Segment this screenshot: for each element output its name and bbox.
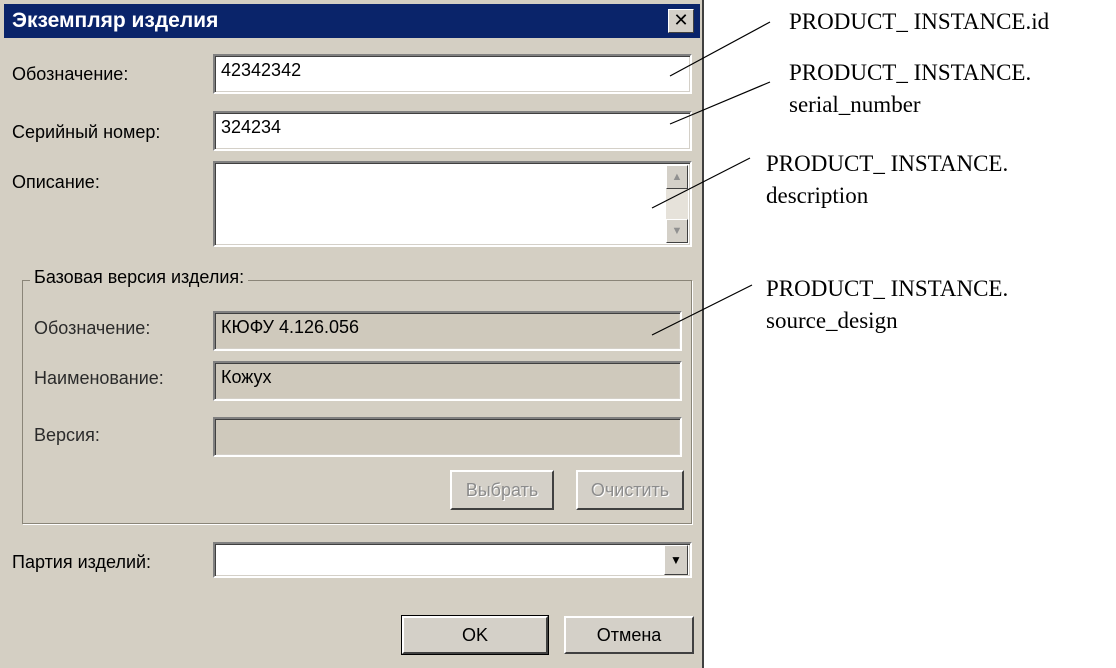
annotation-source-line2: source_design [766, 308, 898, 333]
batch-select[interactable]: ▼ [213, 542, 692, 578]
description-textarea[interactable]: ▲ ▼ [213, 161, 692, 247]
annotation-id-line1: PRODUCT_ INSTANCE.id [789, 9, 1050, 34]
annotation-serial-line2: serial_number [789, 92, 921, 117]
cancel-button[interactable]: Отмена [564, 616, 694, 654]
annotation-serial-line1: PRODUCT_ INSTANCE. [789, 60, 1032, 85]
scroll-up-arrow-icon: ▲ [671, 171, 683, 183]
designation-input[interactable]: 42342342 [213, 54, 692, 94]
annotation-id: PRODUCT_ INSTANCE.id [789, 6, 1049, 38]
product-instance-dialog: Экземпляр изделия ✕ Обозначение: 4234234… [0, 0, 704, 668]
designation-label: Обозначение: [12, 64, 129, 84]
base-version-legend: Базовая версия изделия: [30, 267, 249, 288]
scroll-down-arrow-icon: ▼ [671, 225, 683, 237]
base-version-field [213, 417, 682, 457]
base-designation-field: КЮФУ 4.126.056 [213, 311, 682, 351]
scroll-down-button[interactable]: ▼ [666, 219, 688, 243]
annotation-serial-number: PRODUCT_ INSTANCE. serial_number [789, 57, 1031, 121]
base-version-label: Версия: [34, 425, 100, 445]
batch-label: Партия изделий: [12, 552, 152, 572]
description-label: Описание: [12, 172, 100, 192]
clear-button[interactable]: Очистить [576, 470, 684, 510]
annotation-description-line1: PRODUCT_ INSTANCE. [766, 151, 1009, 176]
close-icon: ✕ [673, 10, 689, 31]
base-name-field: Кожух [213, 361, 682, 401]
base-designation-label: Обозначение: [34, 318, 151, 338]
ok-button[interactable]: OK [401, 615, 549, 655]
annotation-description: PRODUCT_ INSTANCE. description [766, 148, 1008, 212]
dropdown-arrow-icon: ▼ [670, 553, 682, 567]
description-scrollbar[interactable]: ▲ ▼ [666, 165, 688, 243]
base-name-label: Наименование: [34, 368, 164, 388]
annotation-description-line2: description [766, 183, 869, 208]
serial-number-input[interactable]: 324234 [213, 111, 692, 151]
serial-number-label: Серийный номер: [12, 122, 161, 142]
batch-dropdown-button[interactable]: ▼ [664, 545, 688, 575]
close-button[interactable]: ✕ [668, 9, 694, 33]
dialog-title: Экземпляр изделия [12, 9, 219, 32]
select-button[interactable]: Выбрать [450, 470, 554, 510]
annotation-source-line1: PRODUCT_ INSTANCE. [766, 276, 1009, 301]
dialog-titlebar[interactable]: Экземпляр изделия ✕ [4, 4, 700, 38]
annotation-source-design: PRODUCT_ INSTANCE. source_design [766, 273, 1008, 337]
scroll-up-button[interactable]: ▲ [666, 165, 688, 189]
